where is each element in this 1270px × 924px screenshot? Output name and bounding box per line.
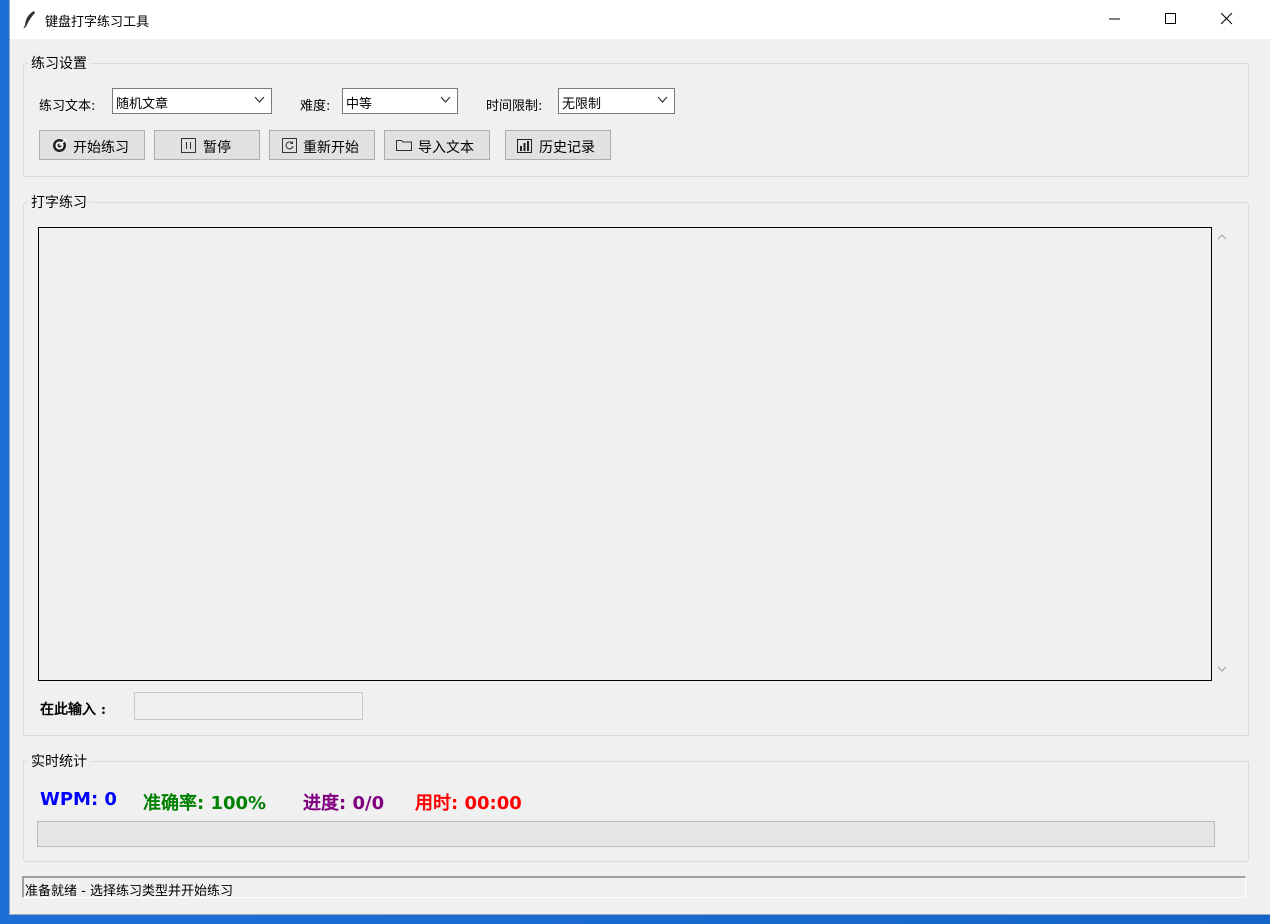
scroll-down-icon[interactable] [1216,664,1228,674]
chevron-down-icon [440,96,451,103]
scroll-up-icon[interactable] [1216,232,1228,242]
time-limit-select-value: 无限制 [562,97,602,112]
refresh-icon [282,138,297,153]
import-text-label: 导入文本 [418,140,474,156]
history-button[interactable]: 历史记录 [505,130,611,160]
window-title: 键盘打字练习工具 [45,15,150,30]
elapsed-time-stat: 用时: 00:00 [415,793,522,814]
import-text-button[interactable]: 导入文本 [384,130,490,160]
text-select-label: 练习文本: [39,99,96,114]
settings-group-label: 练习设置 [31,56,87,72]
maximize-button[interactable] [1148,0,1194,39]
stats-group-label: 实时统计 [31,754,87,770]
progress-stat: 进度: 0/0 [303,793,385,814]
typing-input[interactable] [134,692,363,720]
accuracy-stat: 准确率: 100% [143,793,267,814]
wpm-stat: WPM: 0 [40,789,117,810]
restart-button[interactable]: 重新开始 [269,130,375,160]
chevron-down-icon [657,96,668,103]
minimize-button[interactable] [1092,0,1138,39]
app-window: 键盘打字练习工具 练习设置 练习文本: 随机文章 难度: 中等 时间限制: 无限… [10,0,1270,914]
progress-bar [37,821,1215,847]
close-button[interactable] [1204,0,1250,39]
text-select-value: 随机文章 [116,97,169,112]
practice-text-display[interactable] [38,227,1212,681]
history-label: 历史记录 [539,140,595,156]
feather-icon [23,11,35,28]
status-text: 准备就绪 - 选择练习类型并开始练习 [25,884,233,899]
folder-icon [396,140,412,151]
text-select[interactable]: 随机文章 [112,88,272,114]
target-icon [53,138,67,152]
start-practice-label: 开始练习 [73,140,129,156]
time-limit-select[interactable]: 无限制 [558,88,675,114]
minimize-icon [1109,18,1120,20]
title-bar: 键盘打字练习工具 [10,0,1270,39]
restart-label: 重新开始 [303,140,359,156]
chevron-down-icon [254,96,265,103]
practice-group-label: 打字练习 [31,195,87,211]
time-limit-select-label: 时间限制: [486,99,543,114]
maximize-icon [1165,13,1176,24]
bar-chart-icon [517,139,532,153]
pause-button[interactable]: 暂停 [154,130,260,160]
status-bar: 准备就绪 - 选择练习类型并开始练习 [22,876,1246,899]
pause-label: 暂停 [203,140,231,156]
difficulty-select-label: 难度: [300,99,331,114]
difficulty-select-value: 中等 [346,97,373,112]
start-practice-button[interactable]: 开始练习 [39,130,145,160]
close-icon [1221,13,1233,25]
difficulty-select[interactable]: 中等 [342,88,458,114]
pause-icon [181,138,196,153]
typing-input-label: 在此输入 : [40,702,107,718]
